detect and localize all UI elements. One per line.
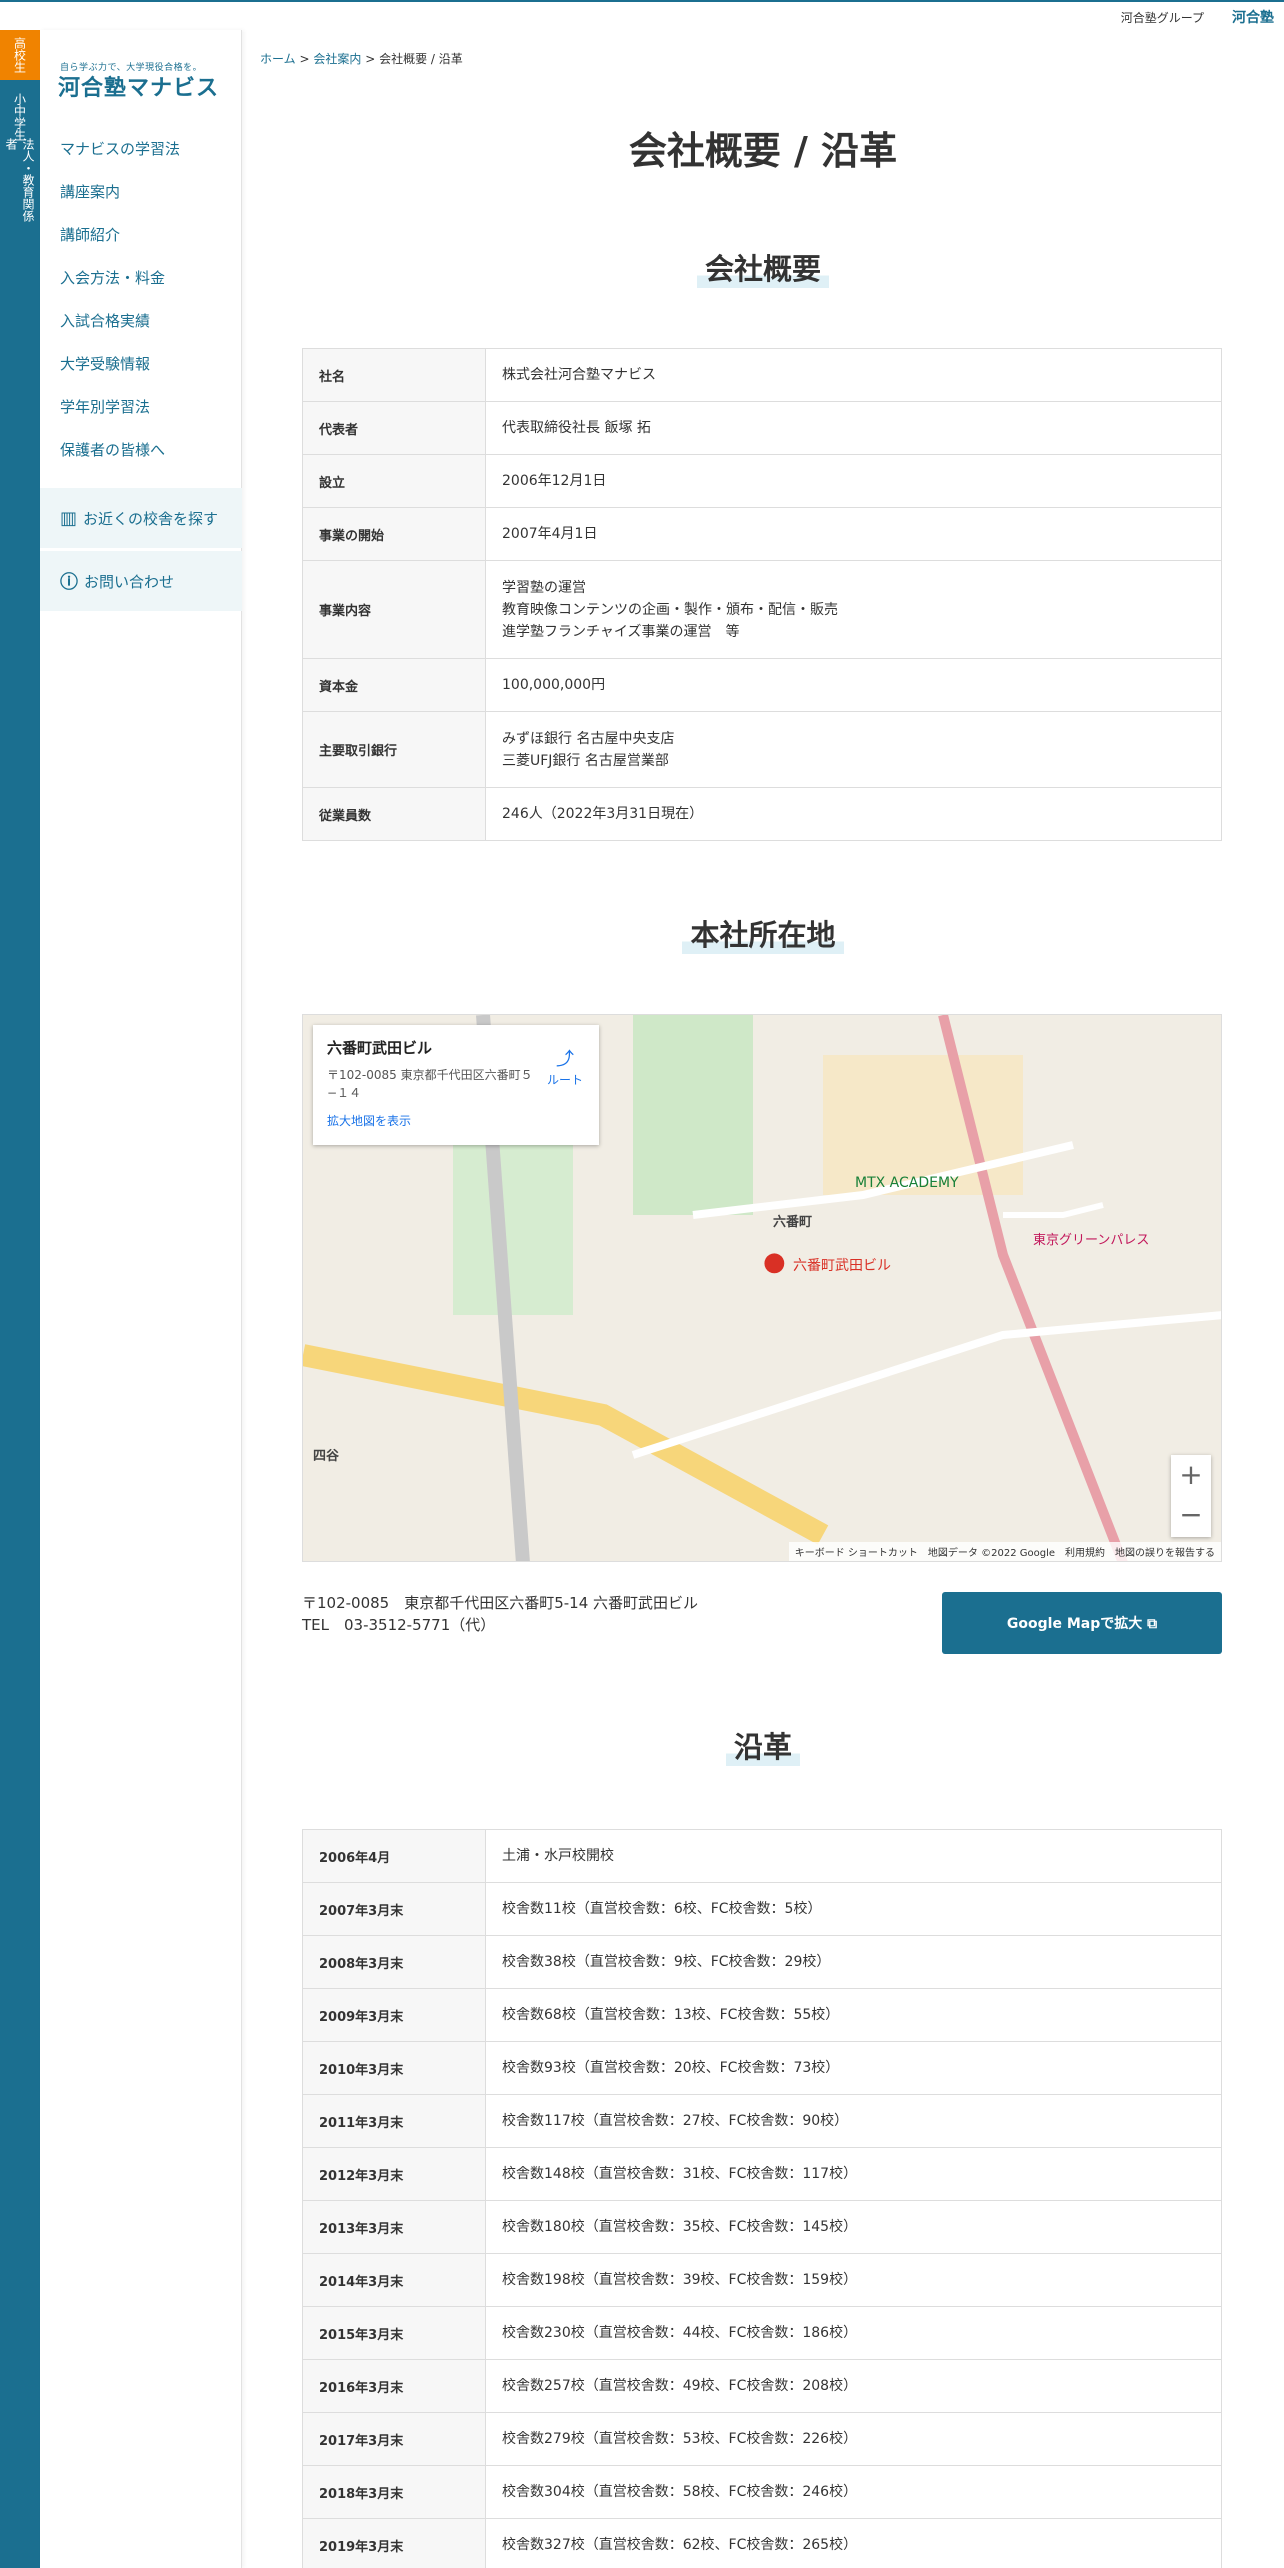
overview-table: 社名 株式会社河合塾マナビス 代表者 代表取締役社長 飯塚 拓 設立 2006年12月…	[302, 348, 1222, 841]
breadcrumb: ホーム > 会社案内 > 会社概要 / 沿革	[260, 52, 463, 66]
table-row: 2017年3月末 校舎数279校（直営校舎数：53校、FC校舎数：226校）	[302, 2412, 1222, 2466]
table-row: 社名 株式会社河合塾マナビス	[302, 348, 1222, 402]
group-link[interactable]: 河合塾グループ	[1121, 9, 1204, 26]
table-row: 資本金 100,000,000円	[302, 658, 1222, 712]
contact-button[interactable]: ⓘ お問い合わせ	[40, 551, 242, 611]
table-row: 2018年3月末 校舎数304校（直営校舎数：58校、FC校舎数：246校）	[302, 2465, 1222, 2519]
table-row: 2014年3月末 校舎数198校（直営校舎数：39校、FC校舎数：159校）	[302, 2253, 1222, 2307]
page-title: 会社概要 / 沿革	[628, 129, 898, 173]
nav-item-enroll[interactable]: 入会方法・料金	[60, 257, 180, 300]
breadcrumb-company[interactable]: 会社案内	[313, 52, 361, 66]
history-heading: 沿革	[242, 1724, 1284, 1766]
table-row: 2009年3月末 校舎数68校（直営校舎数：13校、FC校舎数：55校）	[302, 1988, 1222, 2042]
table-row: 2011年3月末 校舎数117校（直営校舎数：27校、FC校舎数：90校）	[302, 2094, 1222, 2148]
google-map[interactable]: 六番町武田ビル 〒102-0085 東京都千代田区六番町５−１４ 拡大地図を表示…	[302, 1014, 1222, 1562]
map-label-area: 六番町	[773, 1215, 813, 1230]
sidebar: 自ら学ぶ力で、大学現役合格を。 河合塾マナビス マナビスの学習法 講座案内 講師…	[40, 30, 242, 2568]
overview-heading: 会社概要	[242, 246, 1284, 288]
map-pin-icon[interactable]: ●	[763, 1247, 786, 1277]
nav-item-exam-info[interactable]: 大学受験情報	[60, 343, 180, 386]
top-bar: 河合塾グループ 河合塾	[0, 0, 1284, 30]
question-icon: ⓘ	[60, 572, 78, 593]
map-footer: キーボード ショートカット 地図データ ©2022 Google 利用規約 地図…	[788, 1542, 1221, 1561]
table-row: 事業の開始 2007年4月1日	[302, 507, 1222, 561]
table-row: 設立 2006年12月1日	[302, 454, 1222, 508]
table-row: 2012年3月末 校舎数148校（直営校舎数：31校、FC校舎数：117校）	[302, 2147, 1222, 2201]
nav-item-method[interactable]: マナビスの学習法	[60, 128, 180, 171]
table-row: 主要取引銀行 みずほ銀行 名古屋中央支店 三菱UFJ銀行 名古屋営業部	[302, 711, 1222, 788]
hq-address: 〒102-0085 東京都千代田区六番町5-14 六番町武田ビル TEL 03-…	[302, 1594, 699, 1634]
building-icon: ▥	[60, 507, 78, 529]
table-row: 2015年3月末 校舎数230校（直営校舎数：44校、FC校舎数：186校）	[302, 2306, 1222, 2360]
nav-item-grade[interactable]: 学年別学習法	[60, 386, 180, 429]
map-pin-label: 六番町武田ビル	[793, 1258, 891, 1274]
table-row: 代表者 代表取締役社長 飯塚 拓	[302, 401, 1222, 455]
zoom-out-icon[interactable]: −	[1171, 1495, 1211, 1535]
breadcrumb-home[interactable]: ホーム	[260, 52, 296, 66]
table-row: 2006年4月 土浦・水戸校開校	[302, 1829, 1222, 1883]
manabis-logo[interactable]: 河合塾マナビス	[58, 70, 219, 102]
location-heading: 本社所在地	[242, 912, 1284, 954]
table-row: 事業内容 学習塾の運営 教育映像コンテンツの企画・製作・頒布・配信・販売 進学塾フ…	[302, 560, 1222, 659]
google-map-button[interactable]: Google Mapで拡大 ⧉	[942, 1592, 1222, 1654]
route-button[interactable]: ⤴ ルート	[547, 1045, 583, 1088]
sidebar-nav: マナビスの学習法 講座案内 講師紹介 入会方法・料金 入試合格実績 大学受験情報…	[60, 128, 180, 472]
map-enlarge-link[interactable]: 拡大地図を表示	[327, 1112, 585, 1129]
nav-item-courses[interactable]: 講座案内	[60, 171, 180, 214]
map-label-station: 四谷	[313, 1449, 340, 1464]
table-row: 2008年3月末 校舎数38校（直営校舎数：9校、FC校舎数：29校）	[302, 1935, 1222, 1989]
table-row: 従業員数 246人（2022年3月31日現在）	[302, 787, 1222, 841]
tab-corporate[interactable]: 法人・教育関係者	[0, 138, 40, 228]
zoom-in-icon[interactable]: +	[1171, 1455, 1211, 1495]
nav-item-parents[interactable]: 保護者の皆様へ	[60, 429, 180, 472]
kawaijuku-logo[interactable]: 河合塾	[1232, 7, 1274, 27]
map-card-address: 〒102-0085 東京都千代田区六番町５−１４	[327, 1068, 533, 1100]
map-label-academy: MTX ACADEMY	[855, 1175, 959, 1191]
table-row: 2016年3月末 校舎数257校（直営校舎数：49校、FC校舎数：208校）	[302, 2359, 1222, 2413]
map-label-palace: 東京グリーンパレス	[1033, 1233, 1150, 1248]
tab-high-school[interactable]: 高校生	[0, 30, 40, 80]
table-row: 2013年3月末 校舎数180校（直営校舎数：35校、FC校舎数：145校）	[302, 2200, 1222, 2254]
tab-junior[interactable]: 小中学生	[0, 92, 40, 142]
nav-item-teachers[interactable]: 講師紹介	[60, 214, 180, 257]
table-row: 2010年3月末 校舎数93校（直営校舎数：20校、FC校舎数：73校）	[302, 2041, 1222, 2095]
vertical-tab-strip: 高校生 小中学生 法人・教育関係者	[0, 30, 40, 2568]
map-info-card: 六番町武田ビル 〒102-0085 東京都千代田区六番町５−１４ 拡大地図を表示…	[313, 1025, 599, 1145]
breadcrumb-current: 会社概要 / 沿革	[379, 52, 463, 66]
route-icon: ⤴	[555, 1049, 574, 1070]
table-row: 2007年3月末 校舎数11校（直営校舎数：6校、FC校舎数：5校）	[302, 1882, 1222, 1936]
map-zoom-control[interactable]: + −	[1171, 1455, 1211, 1537]
table-row: 2019年3月末 校舎数327校（直営校舎数：62校、FC校舎数：265校）	[302, 2518, 1222, 2568]
find-school-button[interactable]: ▥ お近くの校舎を探す	[40, 488, 242, 548]
nav-item-results[interactable]: 入試合格実績	[60, 300, 180, 343]
history-table: 2006年4月 土浦・水戸校開校 2007年3月末 校舎数11校（直営校舎数：6校、…	[302, 1829, 1222, 2568]
